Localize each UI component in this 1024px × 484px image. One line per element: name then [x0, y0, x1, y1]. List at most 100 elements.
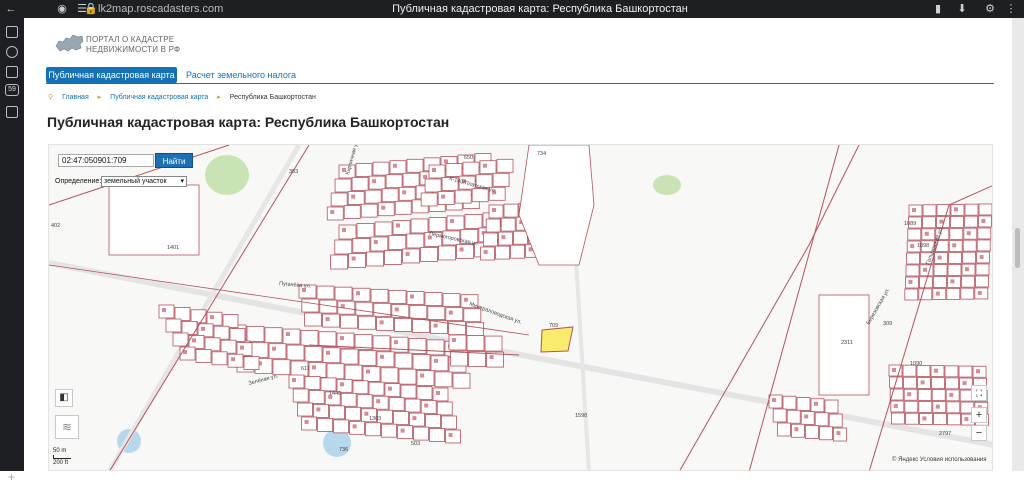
parcel[interactable]	[891, 412, 905, 425]
parcel[interactable]	[352, 380, 369, 395]
scrollbar-thumb[interactable]	[1015, 228, 1020, 268]
parcel[interactable]	[384, 383, 401, 398]
parcel[interactable]	[394, 352, 413, 369]
cadastral-search-input[interactable]: 02:47:050901:709	[58, 154, 154, 167]
parcel[interactable]	[376, 316, 395, 331]
parcel[interactable]	[304, 376, 321, 390]
parcel[interactable]	[450, 350, 469, 367]
parcel[interactable]	[906, 252, 920, 265]
parcel[interactable]	[466, 322, 485, 337]
parcel[interactable]	[497, 231, 513, 246]
parcel[interactable]	[388, 397, 405, 412]
parcel[interactable]	[976, 239, 991, 252]
parcel[interactable]	[492, 172, 510, 187]
parcel[interactable]	[462, 161, 480, 176]
parcel[interactable]	[402, 172, 420, 187]
parcel[interactable]	[420, 192, 438, 207]
parcel[interactable]	[434, 371, 453, 388]
parcel[interactable]	[246, 325, 265, 342]
parcel[interactable]	[406, 233, 425, 249]
parcel[interactable]	[400, 384, 417, 399]
parcel[interactable]	[304, 345, 323, 362]
parcel[interactable]	[398, 186, 416, 201]
parcel[interactable]	[946, 287, 961, 300]
parcel[interactable]	[408, 338, 427, 354]
parcel[interactable]	[427, 306, 446, 320]
parcel[interactable]	[308, 390, 325, 404]
parcel[interactable]	[317, 418, 334, 432]
extensions-icon[interactable]: ⚙	[983, 2, 997, 16]
parcel[interactable]	[950, 215, 964, 228]
parcel[interactable]	[918, 401, 933, 413]
parcel[interactable]	[358, 350, 377, 366]
parcel[interactable]	[172, 332, 189, 347]
tab-land-tax[interactable]: Расчет земельного налога	[186, 67, 296, 83]
parcel[interactable]	[948, 251, 962, 264]
parcel[interactable]	[328, 405, 345, 420]
parcel[interactable]	[316, 285, 335, 300]
parcel[interactable]	[320, 377, 337, 392]
parcel[interactable]	[326, 206, 344, 221]
parcel[interactable]	[388, 235, 407, 250]
portal-logo-text[interactable]: ПОРТАЛ О КАДАСТРЕ НЕДВИЖИМОСТИ В РФ	[86, 35, 180, 55]
cadastral-map[interactable]: Кирпичная ул. К-140/Платская ул. Пермогоро…	[48, 144, 993, 471]
parcel[interactable]	[406, 158, 424, 173]
parcel[interactable]	[250, 341, 269, 358]
parcel[interactable]	[437, 191, 455, 205]
parcel[interactable]	[777, 422, 791, 437]
parcel[interactable]	[978, 203, 992, 216]
parcel[interactable]	[377, 202, 395, 217]
parcel[interactable]	[340, 348, 359, 365]
parcel[interactable]	[304, 312, 323, 327]
parcel[interactable]	[903, 376, 917, 389]
parcel[interactable]	[392, 411, 409, 426]
parcel[interactable]	[420, 400, 437, 414]
parcel[interactable]	[394, 317, 413, 332]
parcel[interactable]	[922, 204, 937, 217]
parcel[interactable]	[428, 217, 447, 232]
parcel[interactable]	[484, 335, 503, 352]
parcel[interactable]	[409, 305, 428, 319]
parcel[interactable]	[464, 214, 483, 229]
parcel[interactable]	[370, 236, 389, 252]
parcel[interactable]	[958, 365, 973, 378]
parcel[interactable]	[448, 334, 467, 351]
parcel[interactable]	[158, 304, 175, 319]
parcel[interactable]	[485, 218, 501, 233]
parcel[interactable]	[438, 245, 457, 261]
parcel[interactable]	[936, 204, 951, 216]
parcel[interactable]	[344, 364, 363, 381]
parcel[interactable]	[336, 332, 355, 349]
notification-badge[interactable]: 59	[5, 84, 19, 96]
parcel[interactable]	[947, 263, 962, 276]
parcel[interactable]	[389, 160, 407, 175]
parcel[interactable]	[961, 275, 975, 288]
parcel[interactable]	[296, 402, 313, 417]
fullscreen-icon[interactable]: ⛶	[971, 385, 987, 401]
parcel[interactable]	[944, 365, 959, 378]
page-scrollbar[interactable]	[1012, 18, 1024, 471]
parcel[interactable]	[174, 306, 191, 321]
parcel[interactable]	[333, 419, 350, 434]
parcel[interactable]	[351, 177, 369, 191]
parcel[interactable]	[334, 178, 352, 193]
parcel[interactable]	[322, 313, 341, 328]
settings-icon[interactable]	[6, 106, 18, 118]
parcel[interactable]	[384, 250, 403, 265]
parcel[interactable]	[264, 327, 283, 344]
parcel[interactable]	[292, 388, 309, 403]
parcel[interactable]	[907, 228, 922, 241]
parcel[interactable]	[412, 354, 431, 370]
parcel[interactable]	[819, 426, 833, 441]
parcel[interactable]	[288, 374, 305, 389]
parcel[interactable]	[197, 323, 214, 338]
definition-select[interactable]: земельный участок ▾	[101, 176, 187, 187]
parcel[interactable]	[922, 216, 936, 229]
parcel[interactable]	[482, 232, 498, 247]
menu-icon[interactable]: ⋮	[1004, 2, 1018, 16]
parcel[interactable]	[358, 315, 377, 330]
parcel[interactable]	[429, 428, 446, 442]
parcel[interactable]	[213, 325, 230, 340]
parcel[interactable]	[222, 314, 239, 329]
parcel[interactable]	[282, 328, 301, 345]
